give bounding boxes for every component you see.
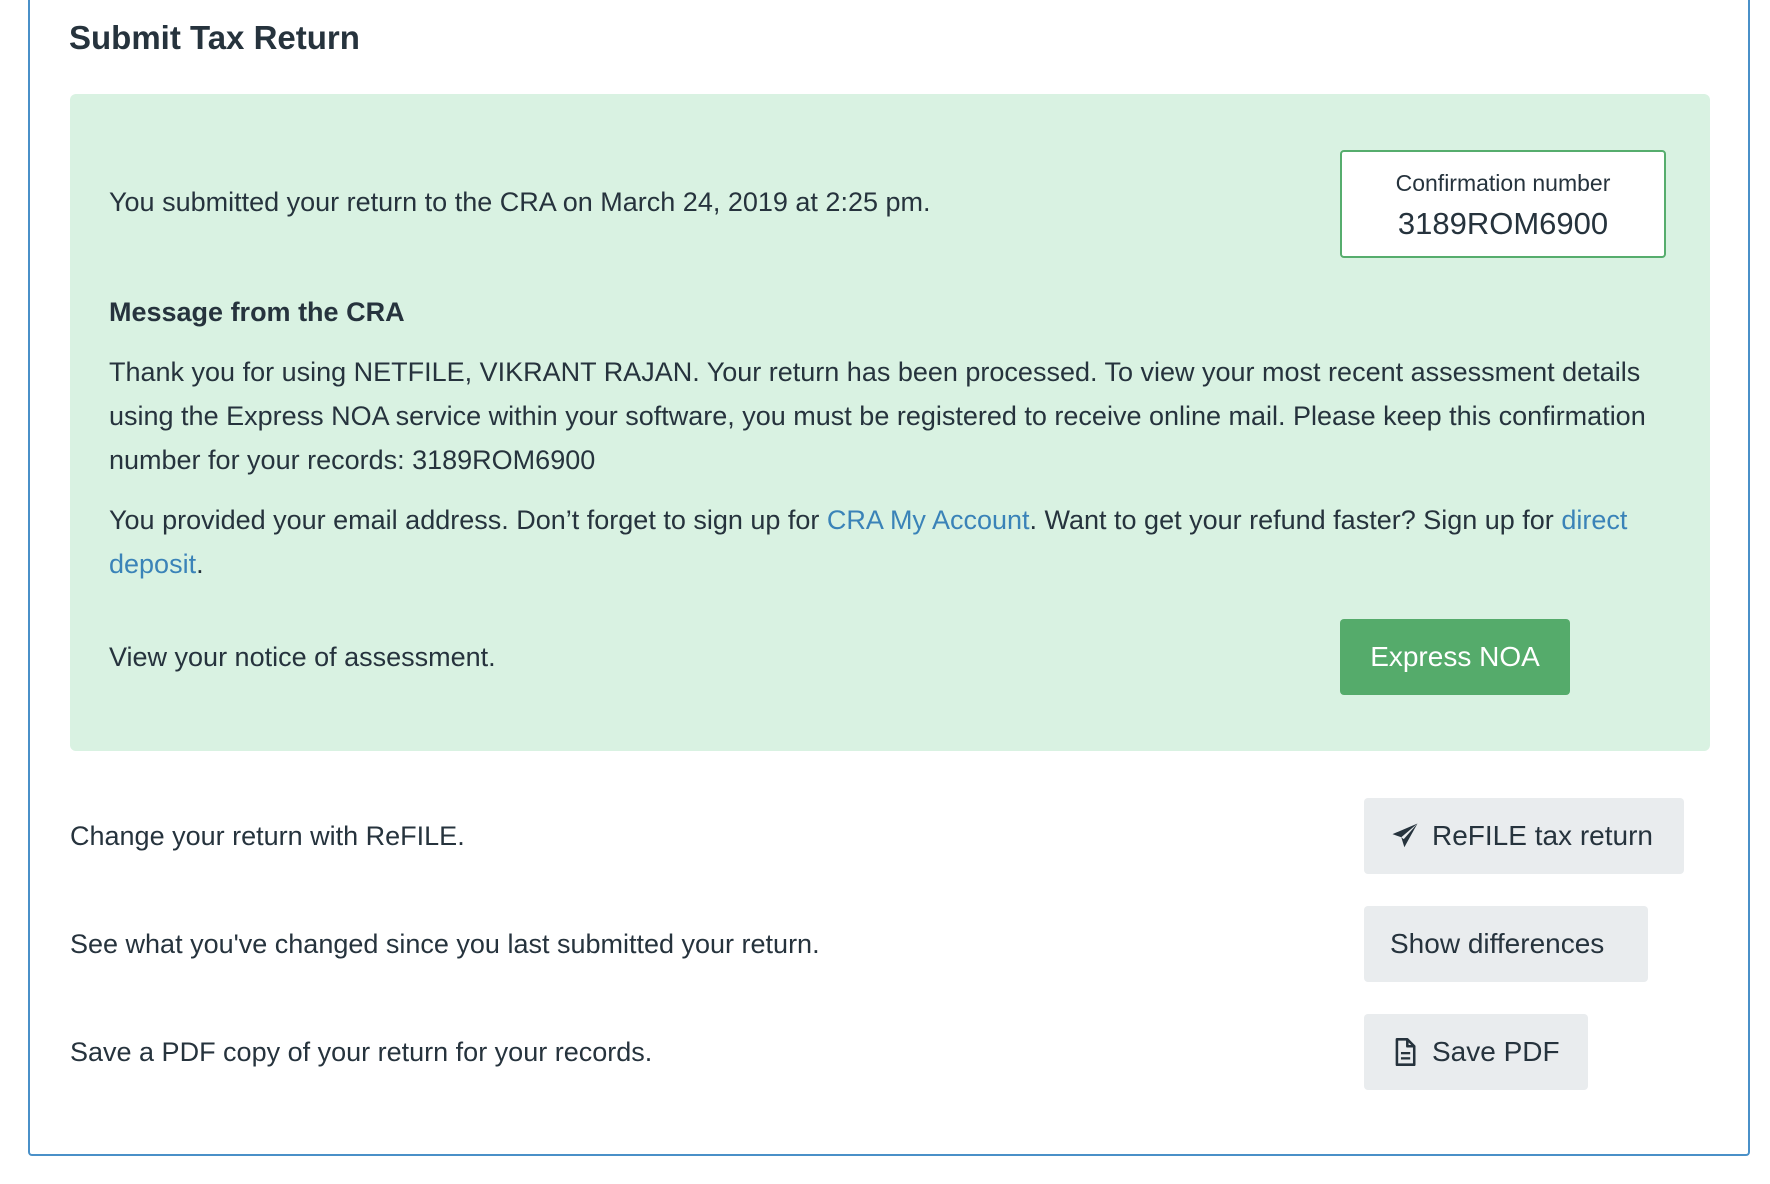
express-noa-button[interactable]: Express NOA (1340, 619, 1570, 695)
cra-message-body: Thank you for using NETFILE, VIKRANT RAJ… (109, 357, 1646, 475)
page-title: Submit Tax Return (69, 19, 360, 56)
show-differences-text: See what you've changed since you last s… (70, 929, 820, 959)
refile-row: Change your return with ReFILE. ReFILE t… (70, 798, 1710, 874)
email-notice: You provided your email address. Don’t f… (109, 498, 1679, 586)
save-pdf-button-label: Save PDF (1432, 1036, 1560, 1067)
email-notice-text: You provided your email address. Don’t f… (109, 505, 827, 535)
show-differences-button[interactable]: Show differences (1364, 906, 1648, 982)
paper-plane-icon (1390, 821, 1420, 851)
refile-button[interactable]: ReFILE tax return (1364, 798, 1684, 874)
file-icon (1390, 1037, 1420, 1067)
refile-button-label: ReFILE tax return (1432, 820, 1653, 851)
submitted-date-text: You submitted your return to the CRA on … (109, 187, 931, 217)
save-pdf-button[interactable]: Save PDF (1364, 1014, 1588, 1090)
email-notice-text: . (196, 549, 204, 579)
confirmation-label: Confirmation number (1395, 170, 1611, 196)
cra-my-account-link[interactable]: CRA My Account (827, 505, 1030, 535)
submission-status-panel: You submitted your return to the CRA on … (70, 94, 1710, 751)
email-notice-text: . Want to get your refund faster? Sign u… (1029, 505, 1562, 535)
cra-message-heading: Message from the CRA (109, 297, 405, 327)
confirmation-number: 3189ROM6900 (1397, 206, 1609, 241)
save-pdf-row: Save a PDF copy of your return for your … (70, 1014, 1710, 1090)
noa-text: View your notice of assessment. (109, 642, 496, 672)
show-differences-row: See what you've changed since you last s… (70, 906, 1710, 982)
confirmation-box: Confirmation number 3189ROM6900 (1340, 150, 1666, 258)
refile-text: Change your return with ReFILE. (70, 821, 465, 851)
save-pdf-text: Save a PDF copy of your return for your … (70, 1037, 653, 1067)
